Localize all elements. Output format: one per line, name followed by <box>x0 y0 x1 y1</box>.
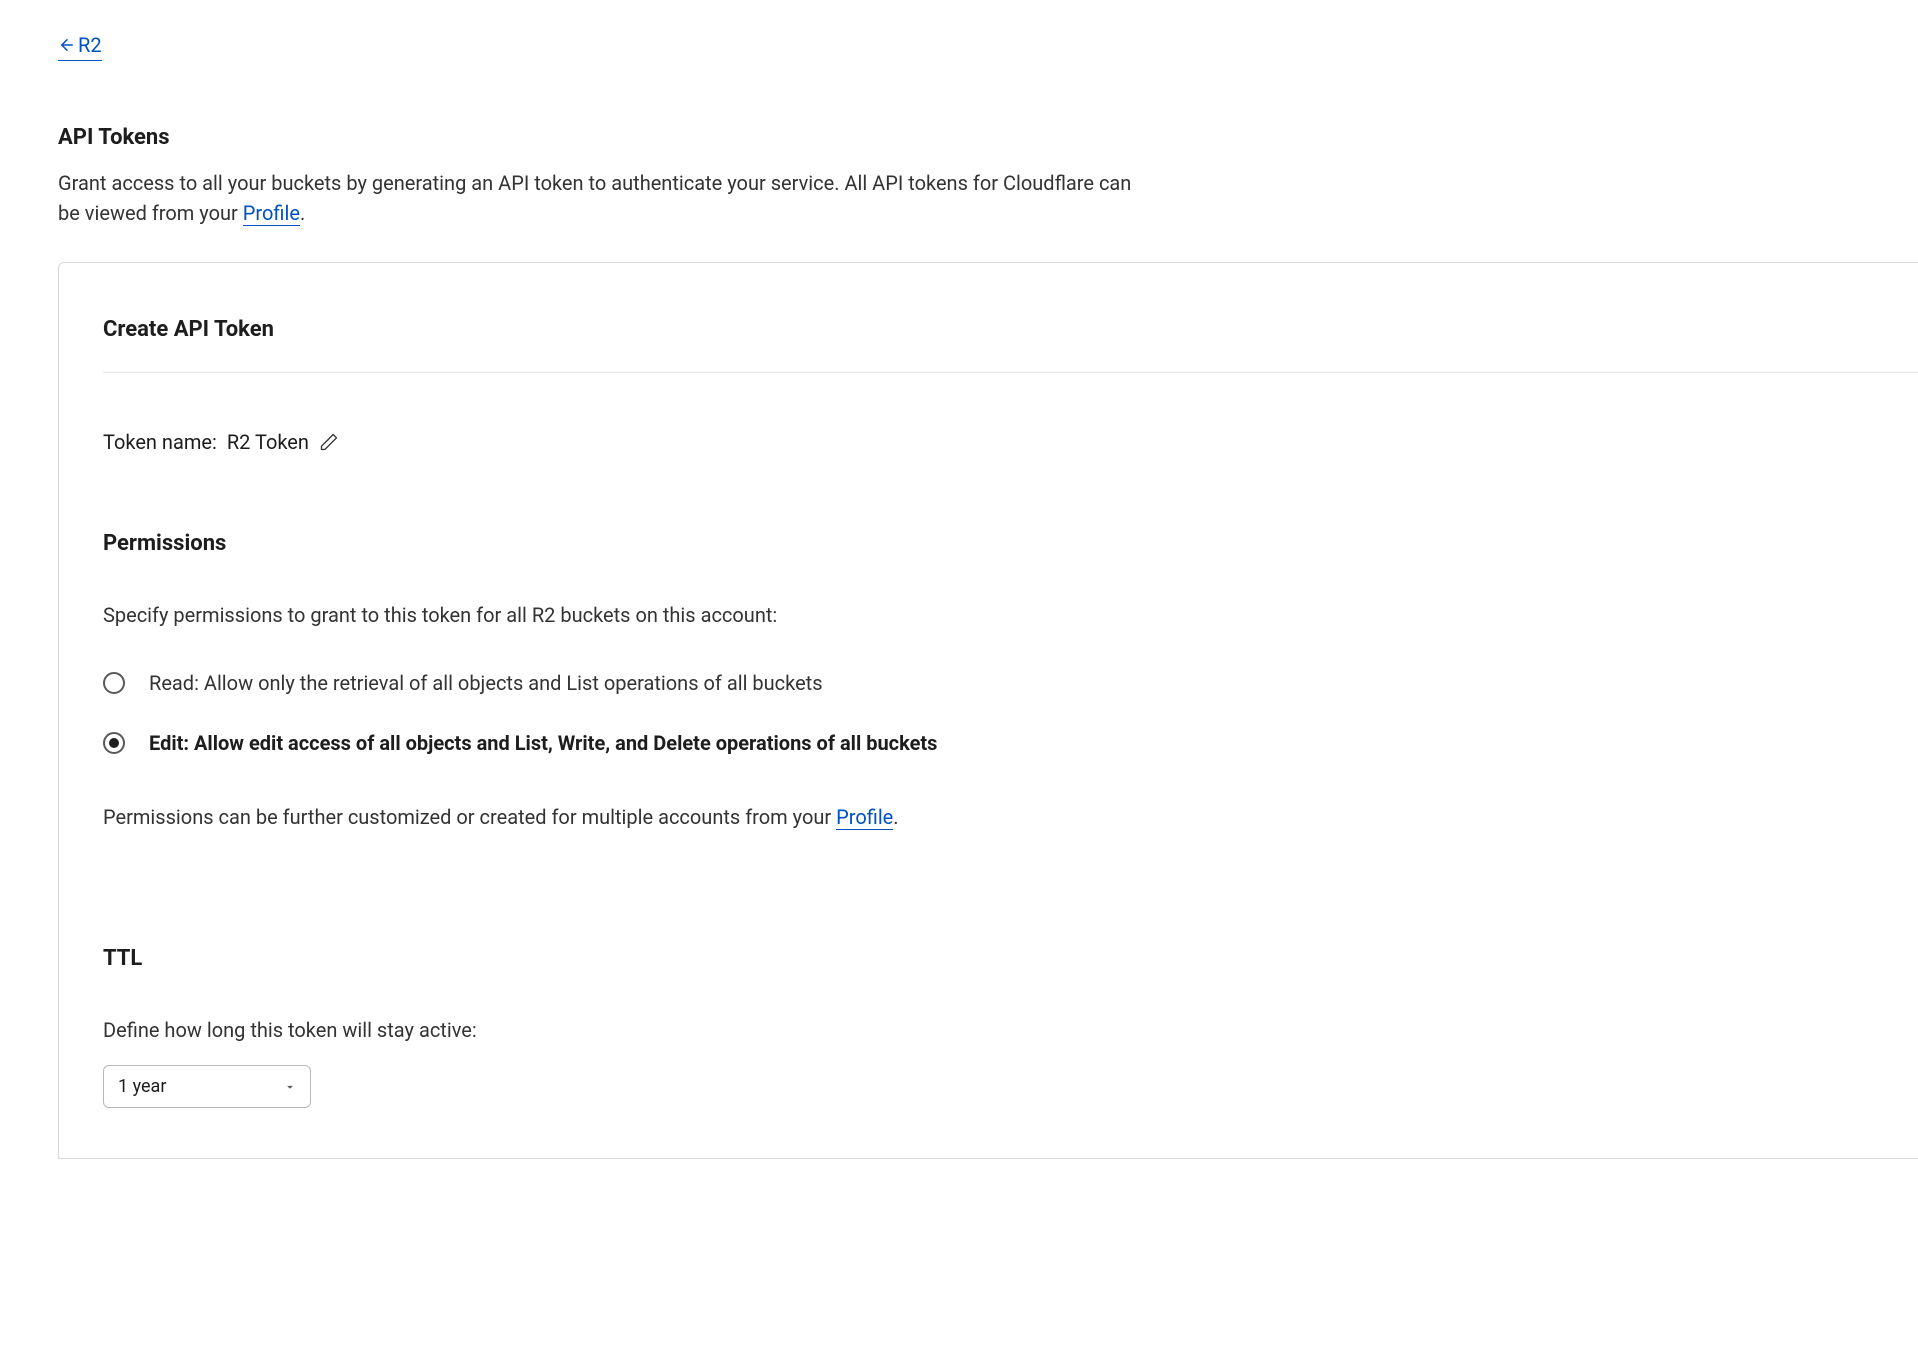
page-description-after: . <box>300 201 305 225</box>
permissions-title: Permissions <box>103 527 1918 560</box>
permissions-note: Permissions can be further customized or… <box>103 802 1918 832</box>
radio-icon <box>103 672 125 694</box>
ttl-title: TTL <box>103 942 1918 975</box>
profile-link-header[interactable]: Profile <box>243 201 300 226</box>
permissions-note-after: . <box>893 805 898 829</box>
permission-radio-edit[interactable]: Edit: Allow edit access of all objects a… <box>103 728 1918 758</box>
token-name-row: Token name: R2 Token <box>103 427 1918 457</box>
page-description-text: Grant access to all your buckets by gene… <box>58 171 1131 225</box>
permission-radio-read-label: Read: Allow only the retrieval of all ob… <box>149 668 823 698</box>
edit-token-name-button[interactable] <box>319 432 339 452</box>
token-name-label: Token name: <box>103 427 217 457</box>
page-title: API Tokens <box>58 121 1918 154</box>
ttl-select-wrap: 1 year <box>103 1065 311 1108</box>
token-name-value: R2 Token <box>227 427 309 457</box>
ttl-description: Define how long this token will stay act… <box>103 1015 1918 1045</box>
ttl-select[interactable]: 1 year <box>103 1065 311 1108</box>
breadcrumb-back-label: R2 <box>78 30 102 60</box>
page-description: Grant access to all your buckets by gene… <box>58 168 1158 228</box>
card-title: Create API Token <box>103 313 1918 373</box>
permissions-description: Specify permissions to grant to this tok… <box>103 600 1918 630</box>
pencil-icon <box>319 432 339 452</box>
arrow-left-icon <box>58 36 76 54</box>
create-token-card: Create API Token Token name: R2 Token Pe… <box>58 262 1918 1159</box>
permissions-note-before: Permissions can be further customized or… <box>103 805 836 829</box>
permission-radio-read[interactable]: Read: Allow only the retrieval of all ob… <box>103 668 1918 698</box>
profile-link-permissions[interactable]: Profile <box>836 805 893 830</box>
breadcrumb-back-link[interactable]: R2 <box>58 30 102 61</box>
permission-radio-edit-label: Edit: Allow edit access of all objects a… <box>149 728 937 758</box>
radio-icon-selected <box>103 732 125 754</box>
